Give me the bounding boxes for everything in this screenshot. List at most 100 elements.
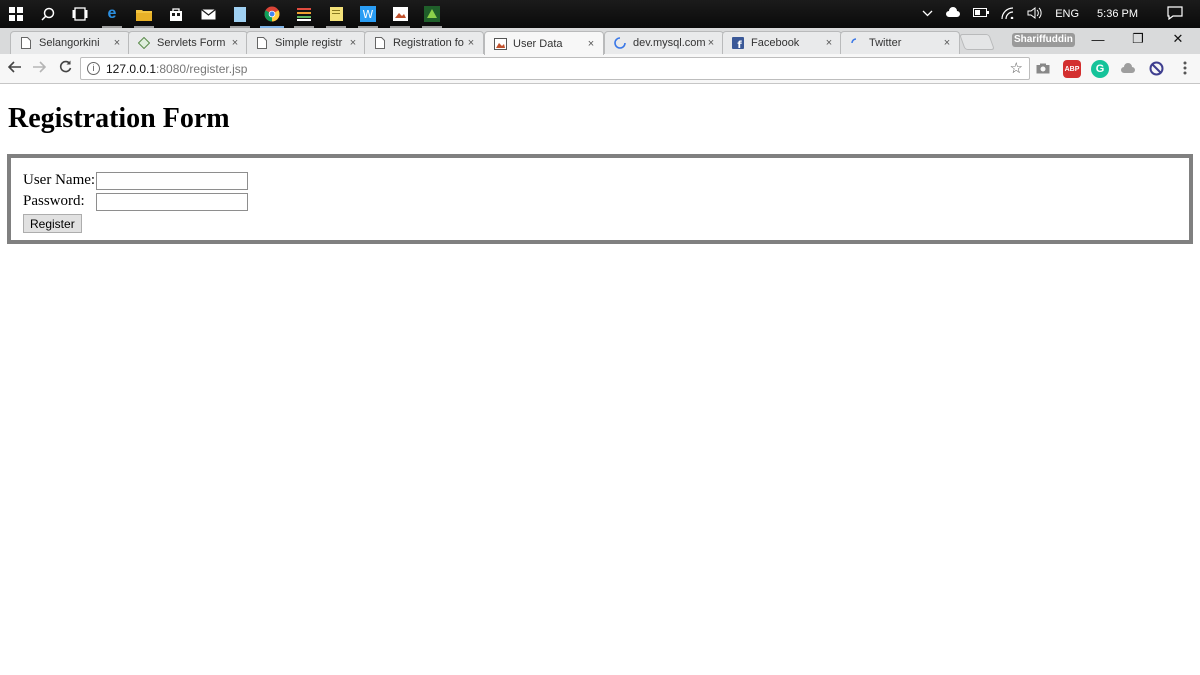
search-button[interactable] — [32, 0, 64, 28]
folder-icon — [136, 6, 152, 22]
address-bar[interactable]: i 127.0.0.1:8080/register.jsp ☆ — [80, 57, 1030, 80]
registration-form-table: User Name: Password: Register — [7, 154, 1193, 244]
reload-icon — [59, 60, 72, 78]
tab-close-icon[interactable]: × — [705, 37, 717, 49]
task-view-button[interactable] — [64, 0, 96, 28]
tab-close-icon[interactable]: × — [229, 37, 241, 49]
minimize-button[interactable]: — — [1078, 28, 1118, 50]
browser-tabstrip: Selangorkini × Servlets Form × Simple re… — [0, 28, 1200, 55]
start-button[interactable] — [0, 0, 32, 28]
forward-button[interactable] — [28, 58, 50, 80]
tab-title: Facebook — [751, 37, 800, 49]
chrome-menu-button[interactable] — [1174, 58, 1196, 80]
tray-overflow-chevron[interactable] — [916, 0, 939, 28]
more-vertical-icon — [1183, 61, 1187, 78]
back-arrow-icon — [7, 60, 22, 78]
tab-title: Registration fo — [393, 37, 464, 49]
taskbar-apps: e W — [0, 0, 448, 28]
password-row: Password: — [23, 191, 248, 212]
blocked-circle-icon — [1149, 61, 1164, 78]
tab-close-icon[interactable]: × — [585, 38, 597, 50]
extension-block[interactable] — [1147, 60, 1165, 78]
reload-button[interactable] — [54, 58, 76, 80]
notification-icon — [1167, 5, 1183, 23]
tab-title: dev.mysql.com — [633, 37, 705, 49]
tray-battery[interactable] — [967, 0, 995, 28]
taskbar-chrome[interactable] — [256, 0, 288, 28]
list-app-icon — [296, 6, 312, 22]
password-input[interactable] — [96, 192, 248, 211]
screenshot-extension[interactable] — [1034, 60, 1052, 78]
tab-close-icon[interactable]: × — [111, 37, 123, 49]
tab-simple-registration[interactable]: Simple registr × — [246, 31, 366, 54]
username-input[interactable] — [96, 171, 248, 190]
adblock-plus-extension[interactable]: ABP — [1063, 60, 1081, 78]
tray-cloud[interactable] — [939, 0, 967, 28]
taskbar-edge[interactable]: e — [96, 0, 128, 28]
tab-title: Selangorkini — [39, 37, 100, 49]
cloud-icon — [945, 7, 961, 21]
tray-wifi[interactable] — [995, 0, 1021, 28]
search-icon — [40, 6, 56, 22]
extension-cloud[interactable] — [1119, 60, 1137, 78]
forward-arrow-icon — [32, 60, 47, 78]
url-path: :8080/register.jsp — [156, 61, 248, 76]
tab-title: Servlets Form — [157, 37, 226, 49]
cloud-extension-icon — [1120, 62, 1136, 76]
camera-icon — [1036, 63, 1050, 76]
register-button[interactable]: Register — [23, 214, 82, 233]
tab-close-icon[interactable]: × — [465, 37, 477, 49]
taskbar-sticky-notes[interactable] — [320, 0, 352, 28]
tab-user-data[interactable]: User Data × — [484, 31, 604, 55]
tab-close-icon[interactable]: × — [823, 37, 835, 49]
taskbar-app-list[interactable] — [288, 0, 320, 28]
tab-dev-mysql[interactable]: dev.mysql.com × — [604, 31, 724, 54]
taskbar-notes[interactable] — [224, 0, 256, 28]
green-app-icon — [424, 6, 440, 22]
system-tray: ENG 5:36 PM — [916, 0, 1200, 28]
tab-close-icon[interactable]: × — [347, 37, 359, 49]
grammarly-extension[interactable]: G — [1091, 60, 1109, 78]
tray-volume[interactable] — [1021, 0, 1049, 28]
battery-icon — [973, 8, 990, 20]
tab-facebook[interactable]: f Facebook × — [722, 31, 842, 54]
taskbar-green-app[interactable] — [416, 0, 448, 28]
chevron-up-icon — [922, 8, 933, 20]
tray-clock[interactable]: 5:36 PM — [1085, 0, 1150, 28]
taskbar-image-app[interactable] — [384, 0, 416, 28]
tab-registration-form[interactable]: Registration fo × — [364, 31, 484, 54]
profile-name-badge[interactable]: Shariffuddin — [1012, 33, 1075, 47]
tab-selangorkini[interactable]: Selangorkini × — [10, 31, 130, 54]
tray-language[interactable]: ENG — [1049, 0, 1085, 28]
facebook-icon: f — [731, 36, 745, 50]
back-button[interactable] — [4, 58, 26, 80]
taskbar-word-app[interactable]: W — [352, 0, 384, 28]
restore-button[interactable]: ❐ — [1118, 28, 1158, 50]
site-info-icon[interactable]: i — [87, 62, 100, 75]
new-tab-button[interactable] — [959, 34, 995, 50]
speaker-icon — [1027, 6, 1043, 22]
url-host: 127.0.0.1 — [106, 61, 157, 76]
close-window-button[interactable]: ✕ — [1158, 28, 1198, 50]
browser-toolbar: i 127.0.0.1:8080/register.jsp ☆ ABP G — [0, 54, 1200, 84]
notes-icon — [232, 6, 248, 22]
action-center-button[interactable] — [1150, 0, 1200, 28]
tab-servlets-form[interactable]: Servlets Form × — [128, 31, 248, 54]
form-body: User Name: Password: Register — [23, 170, 248, 233]
diamond-site-icon — [137, 36, 151, 50]
page-title: Registration Form — [8, 103, 230, 134]
bookmark-star-icon[interactable]: ☆ — [1010, 59, 1023, 77]
tab-close-icon[interactable]: × — [941, 37, 953, 49]
taskbar-file-explorer[interactable] — [128, 0, 160, 28]
username-label: User Name: — [23, 172, 96, 188]
chrome-icon — [264, 6, 280, 22]
loading-spinner-icon — [849, 36, 863, 50]
windows-taskbar: e W ENG 5:36 PM — [0, 0, 1200, 28]
taskbar-mail[interactable] — [192, 0, 224, 28]
tab-twitter[interactable]: Twitter × — [840, 31, 960, 54]
edge-icon: e — [107, 5, 117, 22]
sticky-note-icon — [328, 6, 344, 22]
tab-title: Twitter — [869, 37, 902, 49]
svg-text:W: W — [363, 8, 374, 21]
taskbar-store[interactable] — [160, 0, 192, 28]
